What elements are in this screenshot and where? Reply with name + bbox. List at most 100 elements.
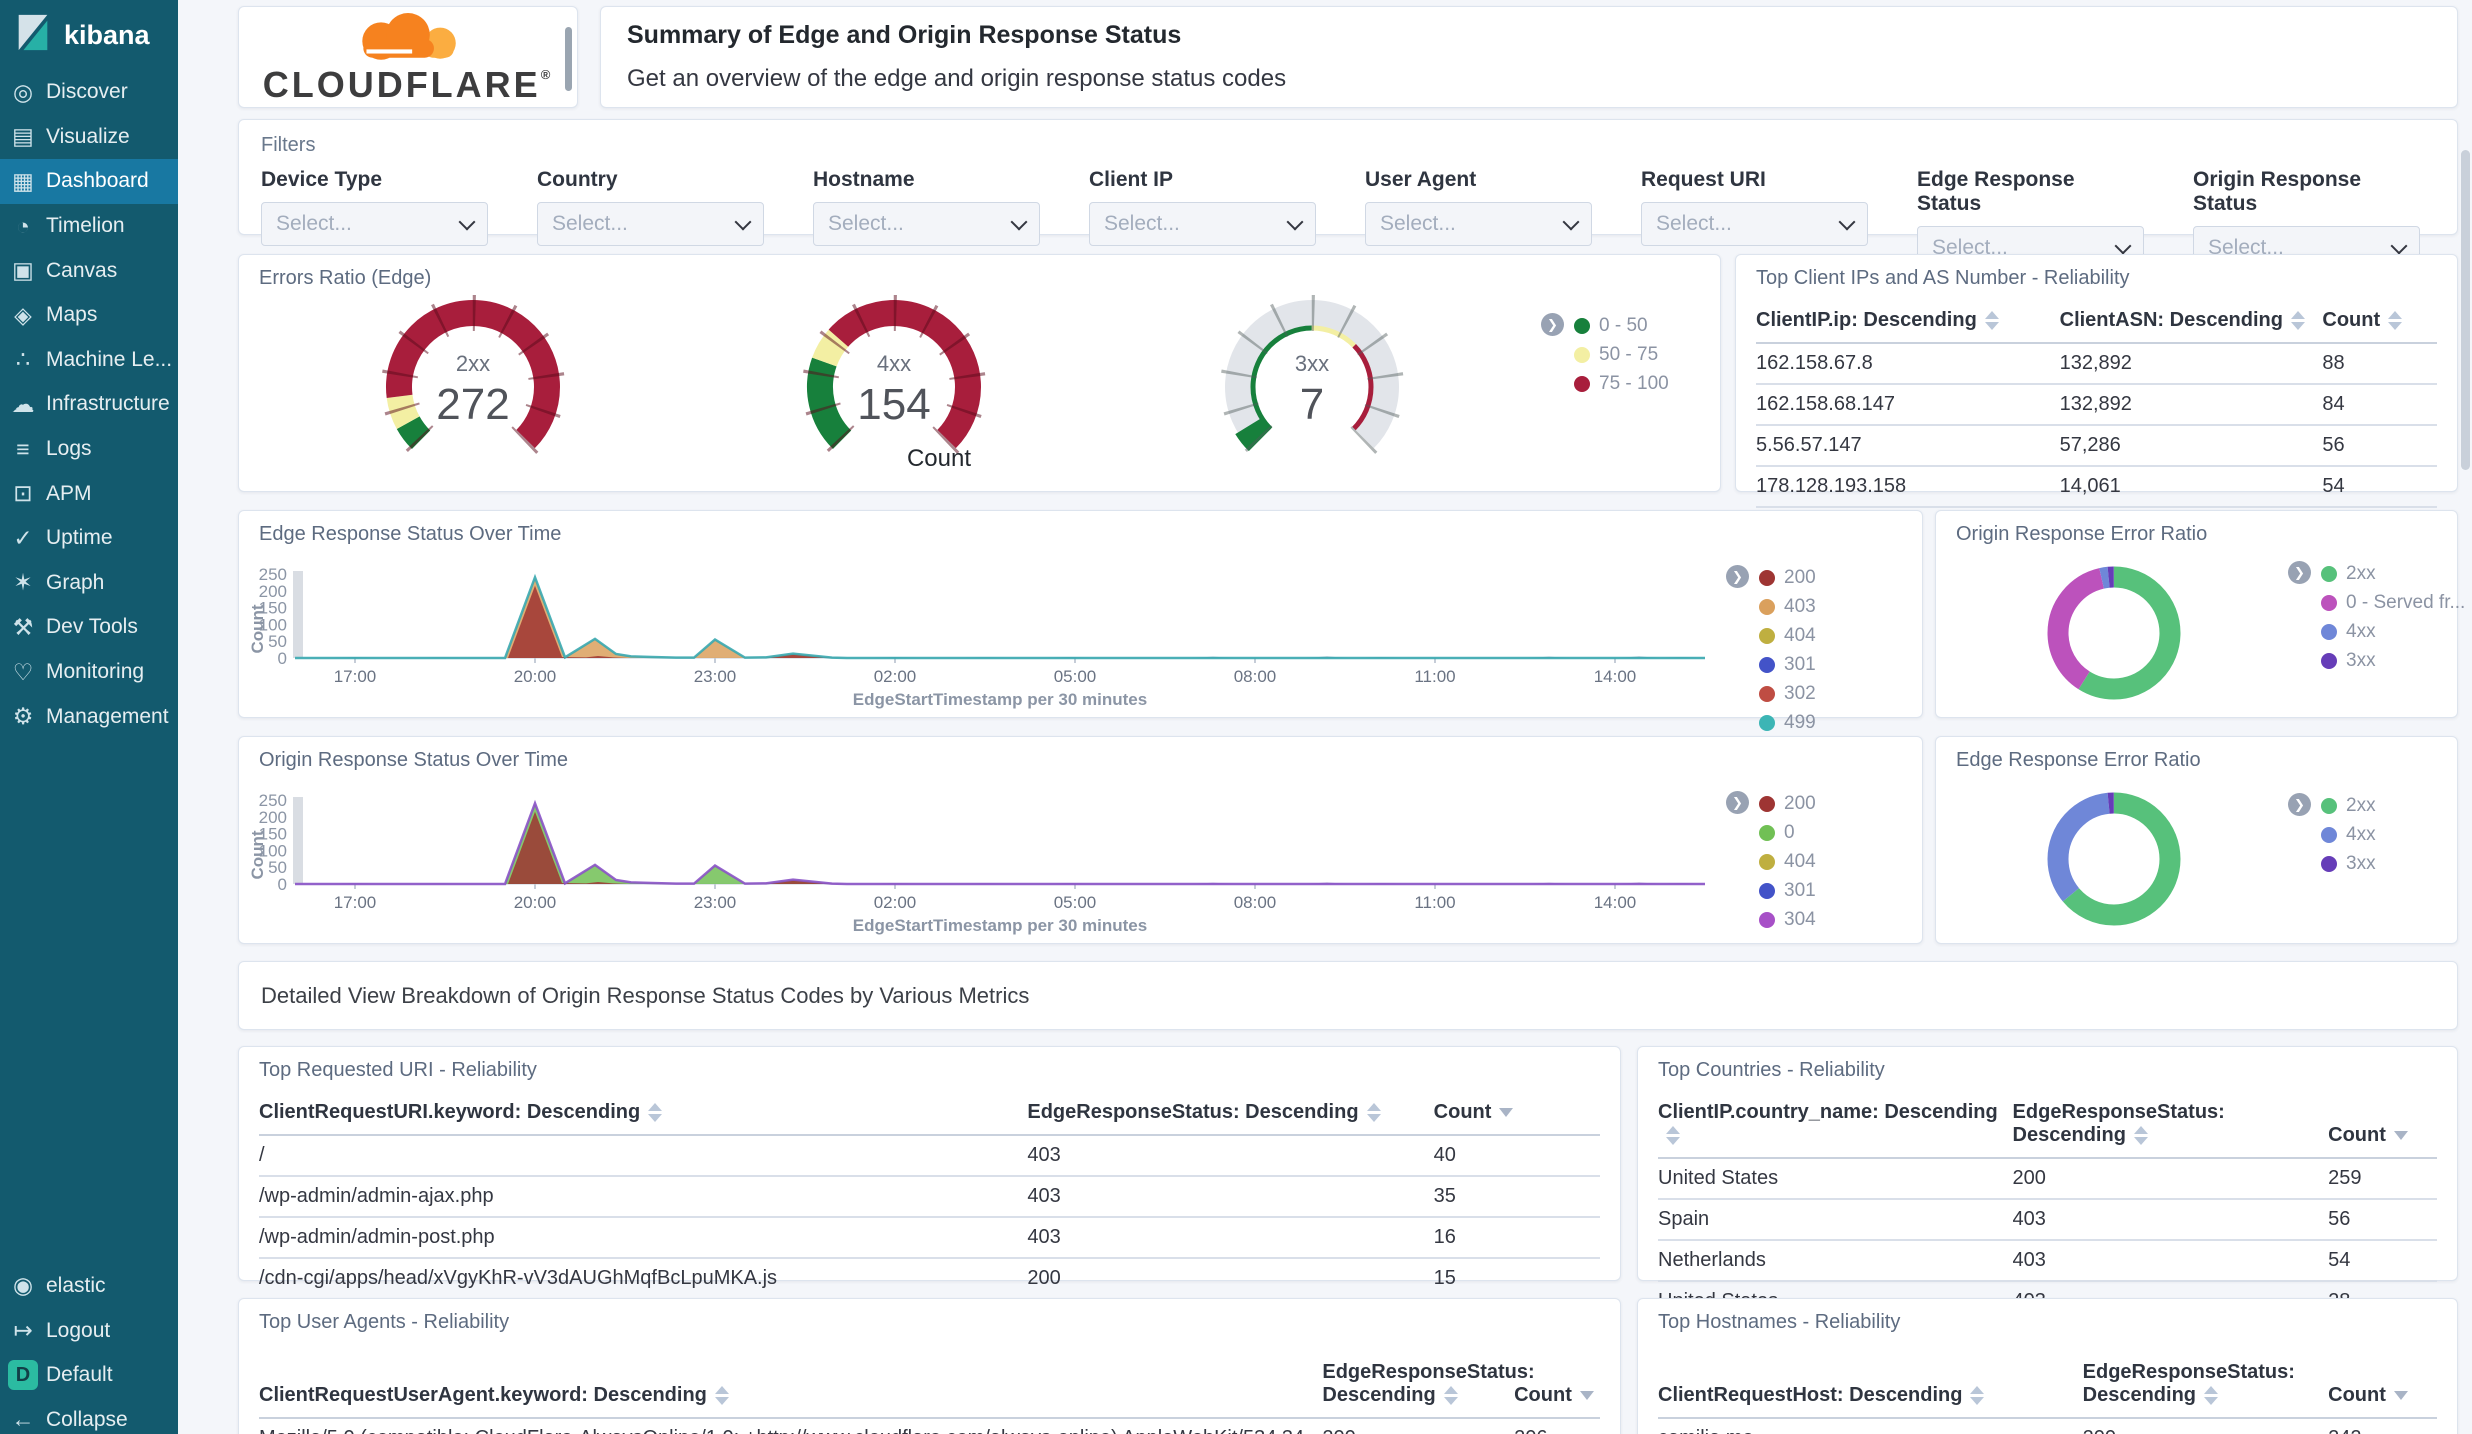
table-header[interactable]: Count <box>2322 303 2437 344</box>
top-countries-panel: Top Countries - Reliability ClientIP.cou… <box>1637 1046 2458 1323</box>
svg-text:3xx: 3xx <box>1295 351 1329 376</box>
filter-placeholder: Select... <box>552 212 628 235</box>
page-scrollbar[interactable] <box>2461 150 2470 470</box>
table-header[interactable]: ClientRequestURI.keyword: Descending <box>259 1095 1028 1136</box>
sidebar-item[interactable]: ▦ Dashboard <box>0 159 178 204</box>
table-header[interactable]: ClientASN: Descending <box>2059 303 2323 344</box>
table-header[interactable]: Count <box>2328 1355 2437 1419</box>
filters-panel: Filters Device Type Select... Country Se… <box>238 119 2458 270</box>
legend-dot <box>1574 376 1590 392</box>
chevron-right-icon[interactable]: ❯ <box>1726 791 1749 814</box>
legend-item[interactable]: 301 <box>1759 880 1816 902</box>
panel-scrollbar[interactable] <box>565 27 572 91</box>
table-header[interactable]: ClientIP.country_name: Descending <box>1658 1095 2013 1159</box>
legend-dot <box>1759 883 1775 899</box>
sidebar-footer-item[interactable]: ← Collapse <box>0 1397 178 1434</box>
top-hostnames-panel: Top Hostnames - Reliability ClientReques… <box>1637 1298 2458 1434</box>
svg-text:02:00: 02:00 <box>874 893 917 912</box>
legend-item[interactable]: 3xx <box>2321 650 2465 672</box>
sort-icon <box>1580 1391 1594 1400</box>
table-header[interactable]: EdgeResponseStatus: Descending <box>2082 1355 2329 1419</box>
sidebar-item[interactable]: ≡ Logs <box>0 427 178 472</box>
sidebar-item[interactable]: ✶ Graph <box>0 561 178 606</box>
filter-select[interactable]: Select... <box>537 202 764 246</box>
legend-dot <box>1759 686 1775 702</box>
sidebar-item[interactable]: ⚙ Management <box>0 694 178 739</box>
sidebar-item[interactable]: ◔ Timelion <box>0 204 178 249</box>
svg-text:17:00: 17:00 <box>334 893 377 912</box>
sidebar-footer-item[interactable]: D Default <box>0 1353 178 1398</box>
legend-item[interactable]: 200 <box>1759 793 1816 815</box>
sort-icon <box>2394 1131 2408 1140</box>
table-header[interactable]: EdgeResponseStatus: Descending <box>1027 1095 1434 1136</box>
legend-item[interactable]: 50 - 75 <box>1574 344 1669 366</box>
sidebar-item[interactable]: ▤ Visualize <box>0 115 178 160</box>
kibana-logo[interactable]: kibana <box>0 0 178 69</box>
sidebar-footer-icon: ◉ <box>12 1272 34 1299</box>
table-header[interactable]: EdgeResponseStatus: Descending <box>2012 1095 2329 1159</box>
legend-item[interactable]: 4xx <box>2321 824 2376 846</box>
errors-ratio-panel: Errors Ratio (Edge) 2xx 272 4xx 154 3xx 7 Cou… <box>238 254 1721 492</box>
origin-status-over-time-panel: Origin Response Status Over Time 0 50 100 1… <box>238 736 1923 944</box>
table-header[interactable]: Count <box>1433 1095 1600 1136</box>
chevron-right-icon[interactable]: ❯ <box>1541 313 1564 336</box>
sidebar-item[interactable]: ▣ Canvas <box>0 248 178 293</box>
legend-item[interactable]: 403 <box>1759 596 1816 618</box>
top-client-ips-panel: Top Client IPs and AS Number - Reliabili… <box>1735 254 2458 508</box>
table-header[interactable]: ClientIP.ip: Descending <box>1756 303 2060 344</box>
chevron-right-icon[interactable]: ❯ <box>1726 565 1749 588</box>
filter-select[interactable]: Select... <box>1365 202 1592 246</box>
legend-item[interactable]: 0 <box>1759 822 1816 844</box>
legend-item[interactable]: 304 <box>1759 909 1816 931</box>
legend-item[interactable]: 2xx <box>2321 563 2465 585</box>
edge-donut-legend: ❯ 2xx 4xx 3xx <box>2288 793 2376 875</box>
svg-text:Count: Count <box>249 604 267 653</box>
table-header[interactable]: Count <box>2328 1095 2437 1159</box>
sidebar-item-label: Management <box>46 704 169 728</box>
top-user-agents-panel: Top User Agents - Reliability ClientRequ… <box>238 1298 1621 1434</box>
chevron-right-icon[interactable]: ❯ <box>2288 793 2311 816</box>
legend-item[interactable]: 75 - 100 <box>1574 373 1669 395</box>
table-header[interactable]: ClientRequestUserAgent.keyword: Descendi… <box>259 1355 1323 1419</box>
filter-select[interactable]: Select... <box>1089 202 1316 246</box>
sidebar-item[interactable]: ◈ Maps <box>0 293 178 338</box>
legend-item[interactable]: 200 <box>1759 567 1816 589</box>
sidebar-item[interactable]: ∴ Machine Le... <box>0 338 178 383</box>
legend-item[interactable]: 2xx <box>2321 795 2376 817</box>
legend-item[interactable]: 302 <box>1759 683 1816 705</box>
filter-select[interactable]: Select... <box>261 202 488 246</box>
filter-placeholder: Select... <box>1656 212 1732 235</box>
legend-item[interactable]: 404 <box>1759 851 1816 873</box>
table-row: 162.158.68.147 132,892 84 <box>1756 384 2437 426</box>
sidebar-item-icon: ⚙ <box>12 703 34 730</box>
sidebar-item[interactable]: ✓ Uptime <box>0 516 178 561</box>
table-header[interactable]: EdgeResponseStatus: Descending <box>1322 1355 1535 1419</box>
legend-item[interactable]: 404 <box>1759 625 1816 647</box>
sidebar-footer-item[interactable]: ◉ elastic <box>0 1264 178 1309</box>
legend-dot <box>1759 796 1775 812</box>
sidebar-item[interactable]: ◎ Discover <box>0 70 178 115</box>
legend-item[interactable]: 4xx <box>2321 621 2465 643</box>
legend-item[interactable]: 499 <box>1759 712 1816 734</box>
sidebar-footer-icon: ← <box>11 1406 35 1433</box>
cloudflare-wordmark: CLOUDFLARE® <box>262 63 554 105</box>
legend-item[interactable]: 0 - 50 <box>1574 315 1669 337</box>
legend-dot <box>1574 318 1590 334</box>
legend-item[interactable]: 3xx <box>2321 853 2376 875</box>
sidebar-footer-item[interactable]: ↦ Logout <box>0 1308 178 1353</box>
sidebar-item[interactable]: ♡ Monitoring <box>0 650 178 695</box>
table-header[interactable]: ClientRequestHost: Descending <box>1658 1355 2083 1419</box>
filter-select[interactable]: Select... <box>1641 202 1868 246</box>
sidebar-nav: ◎ Discover ▤ Visualize ▦ Dashboard ◔ Tim… <box>0 70 178 739</box>
sidebar-item[interactable]: ⚒ Dev Tools <box>0 605 178 650</box>
chevron-down-icon <box>1562 213 1580 230</box>
filter-select[interactable]: Select... <box>813 202 1040 246</box>
legend-label: 50 - 75 <box>1599 344 1659 365</box>
chevron-right-icon[interactable]: ❯ <box>2288 561 2311 584</box>
sidebar-item[interactable]: ⊡ APM <box>0 471 178 516</box>
main-content: CLOUDFLARE® Summary of Edge and Origin R… <box>178 0 2472 1434</box>
legend-item[interactable]: 0 - Served fr... <box>2321 592 2465 614</box>
svg-text:08:00: 08:00 <box>1234 667 1277 686</box>
legend-item[interactable]: 301 <box>1759 654 1816 676</box>
sidebar-item[interactable]: ☁ Infrastructure <box>0 382 178 427</box>
